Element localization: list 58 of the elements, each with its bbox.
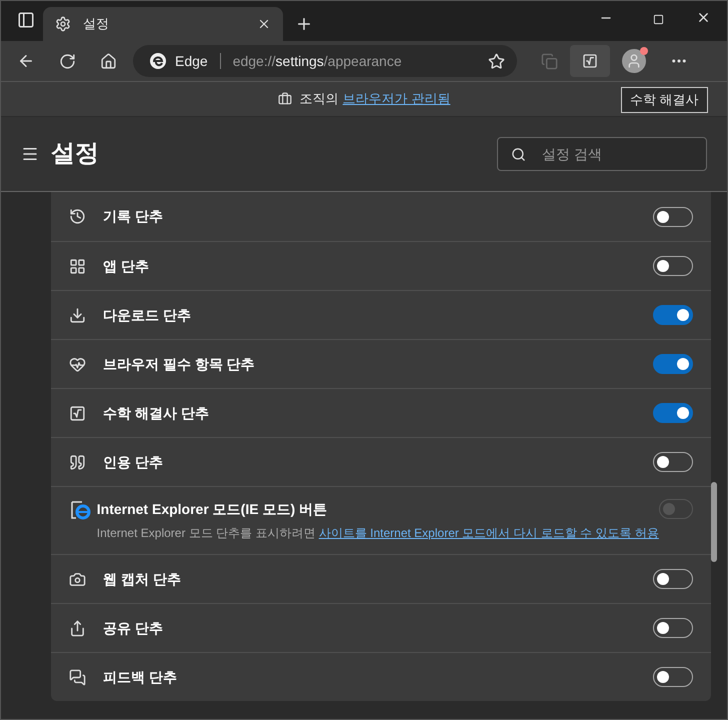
scrollbar-thumb[interactable]: [711, 482, 717, 562]
refresh-icon[interactable]: [59, 52, 76, 70]
toggle-switch[interactable]: [653, 569, 693, 589]
edge-logo-icon: [149, 52, 167, 70]
heartbeat-icon: [69, 356, 86, 372]
setting-label: 브라우저 필수 항목 단추: [103, 354, 256, 374]
favorite-star-icon[interactable]: [488, 52, 505, 70]
new-tab-icon[interactable]: [295, 15, 313, 33]
setting-label: 다운로드 단추: [103, 306, 192, 324]
tab-title: 설정: [83, 15, 110, 34]
share-icon: [69, 620, 86, 636]
chat-icon: [69, 668, 86, 686]
url-text: edge://settings/appearance: [232, 52, 403, 71]
profile-avatar[interactable]: [622, 49, 646, 73]
address-bar[interactable]: Edge edge://settings/appearance: [133, 45, 517, 77]
toggle-switch[interactable]: [653, 667, 693, 687]
tooltip: 수학 해결사: [621, 87, 708, 112]
download-icon: [69, 306, 86, 324]
info-text: 조직의: [300, 90, 339, 108]
close-window-icon[interactable]: [696, 10, 711, 25]
toggle-switch[interactable]: [653, 256, 693, 276]
setting-label: 웹 캡처 단추: [103, 570, 182, 588]
back-icon[interactable]: [17, 52, 35, 70]
setting-label: Internet Explorer 모드(IE 모드) 버튼: [96, 500, 328, 519]
home-icon[interactable]: [100, 52, 117, 70]
menu-icon[interactable]: [21, 145, 39, 163]
math-solver-button[interactable]: [570, 45, 610, 77]
toggle-switch[interactable]: [653, 618, 693, 638]
camera-icon: [69, 570, 86, 588]
close-tab-icon[interactable]: [257, 17, 271, 31]
toggle-switch[interactable]: [653, 403, 693, 423]
browser-tab[interactable]: 설정: [43, 7, 283, 41]
ie-logo-icon: [69, 499, 91, 521]
history-icon: [69, 208, 86, 225]
setting-label: 피드백 단추: [103, 668, 178, 686]
site-name: Edge: [175, 52, 208, 71]
toggle-switch[interactable]: [653, 206, 693, 226]
setting-label: 수학 해결사 단추: [103, 404, 210, 422]
settings-icon: [55, 16, 71, 32]
radical-icon: [69, 404, 86, 422]
toggle-switch[interactable]: [653, 354, 693, 374]
page-title: 설정: [51, 139, 100, 169]
setting-description: Internet Explorer 모드 단추를 표시하려면 사이트를 Internet Explorer 모드에서 다시 로드할 수 있도록 허용: [96, 525, 659, 542]
setting-label: 앱 단추: [103, 256, 150, 276]
setting-label: 기록 단추: [103, 207, 164, 226]
setting-label: 인용 단추: [103, 452, 164, 472]
setting-label: 공유 단추: [103, 618, 164, 638]
search-icon: [511, 147, 526, 162]
maximize-icon[interactable]: [653, 14, 664, 25]
radical-icon: [582, 53, 598, 69]
grid-icon: [69, 258, 86, 274]
tab-actions-icon[interactable]: [17, 11, 35, 29]
managed-link[interactable]: 브라우저가 관리됨: [342, 89, 450, 109]
briefcase-icon: [278, 92, 292, 106]
toggle-switch[interactable]: [653, 305, 693, 325]
toggle-switch[interactable]: [653, 452, 693, 472]
quote-icon: [69, 454, 86, 470]
search-field[interactable]: 설정 검색: [497, 137, 707, 171]
